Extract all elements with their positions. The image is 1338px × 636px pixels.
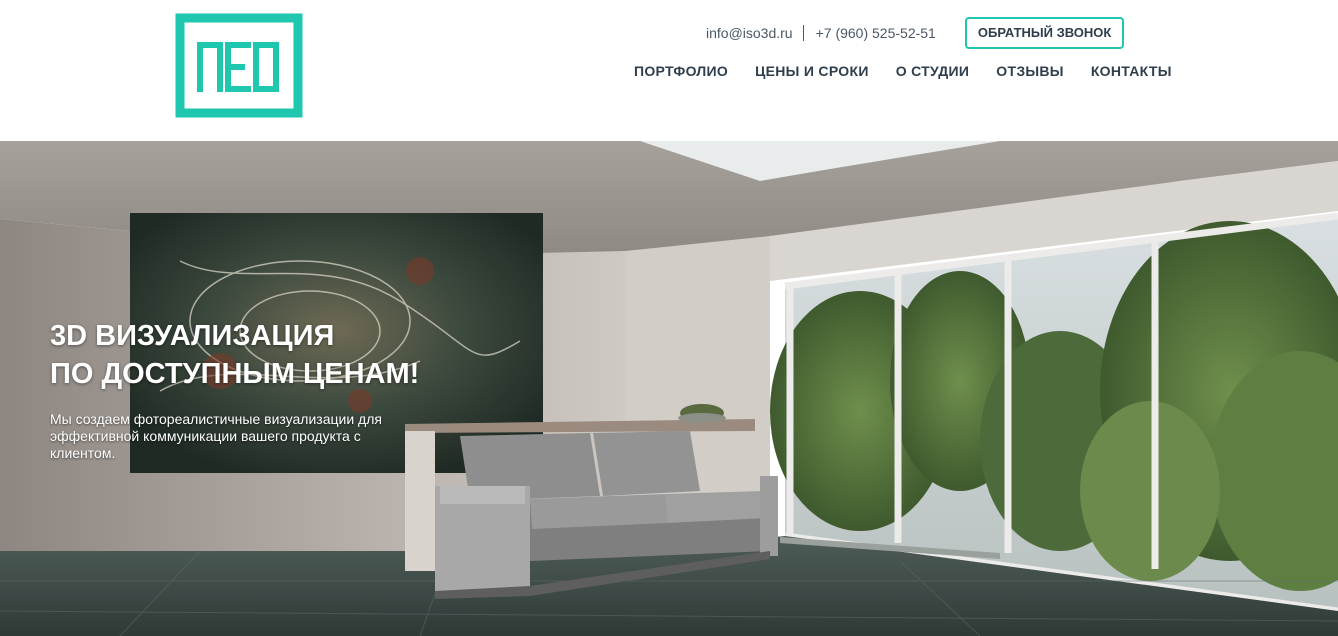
- hero-title-line2: ПО ДОСТУПНЫМ ЦЕНАМ!: [50, 358, 420, 390]
- email-link[interactable]: info@iso3d.ru: [706, 25, 793, 41]
- nav-prices[interactable]: ЦЕНЫ И СРОКИ: [755, 63, 869, 79]
- hero-title: 3D ВИЗУАЛИЗАЦИЯ ПО ДОСТУПНЫМ ЦЕНАМ!: [50, 317, 490, 393]
- site-header: info@iso3d.ru +7 (960) 525-52-51 ОБРАТНЫ…: [0, 0, 1338, 141]
- nav-about[interactable]: О СТУДИИ: [896, 63, 970, 79]
- iso3d-logo[interactable]: [175, 13, 303, 118]
- callback-button[interactable]: ОБРАТНЫЙ ЗВОНОК: [964, 17, 1125, 49]
- main-nav: ПОРТФОЛИО ЦЕНЫ И СРОКИ О СТУДИИ ОТЗЫВЫ К…: [634, 63, 1172, 79]
- hero-text-block: 3D ВИЗУАЛИЗАЦИЯ ПО ДОСТУПНЫМ ЦЕНАМ! Мы с…: [50, 317, 490, 462]
- contacts-divider: [802, 25, 804, 41]
- nav-contacts[interactable]: КОНТАКТЫ: [1091, 63, 1172, 79]
- nav-portfolio[interactable]: ПОРТФОЛИО: [634, 63, 728, 79]
- header-contacts: info@iso3d.ru +7 (960) 525-52-51 ОБРАТНЫ…: [706, 17, 1125, 49]
- hero-section: 3D ВИЗУАЛИЗАЦИЯ ПО ДОСТУПНЫМ ЦЕНАМ! Мы с…: [0, 141, 1338, 636]
- nav-reviews[interactable]: ОТЗЫВЫ: [996, 63, 1064, 79]
- hero-subtitle: Мы создаем фотореалистичные визуализации…: [50, 411, 382, 461]
- phone-number[interactable]: +7 (960) 525-52-51: [816, 25, 936, 41]
- hero-title-line1: 3D ВИЗУАЛИЗАЦИЯ: [50, 320, 335, 352]
